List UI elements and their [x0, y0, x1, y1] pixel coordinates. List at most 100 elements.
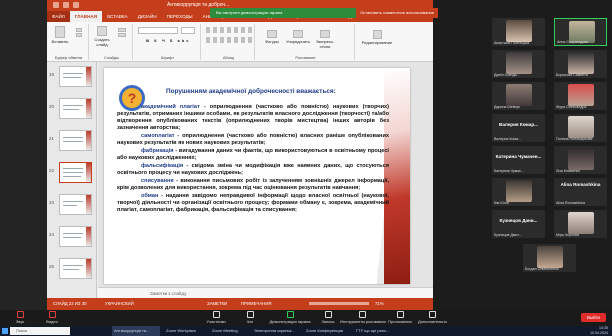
- slide-thumbnail[interactable]: [59, 130, 92, 151]
- participant-tile[interactable]: Кім Юлія: [492, 178, 545, 206]
- zoom-level[interactable]: 71%: [375, 298, 384, 310]
- font-name-box[interactable]: [138, 27, 178, 34]
- slide-thumbnail[interactable]: [59, 258, 92, 279]
- taskbar-item-zoom-workplace[interactable]: Zoom Workplace: [164, 326, 208, 336]
- status-bar: СЛАЙД 22 ИЗ 30 УКРАИНСКИЙ ЗАМЕТКИ ПРИМЕЧ…: [47, 298, 433, 310]
- participant-name: Кузнецов Дмит...: [494, 233, 522, 237]
- participant-tile[interactable]: Богдан Олійниченко: [523, 244, 576, 272]
- term-self-plagiarism: самоплагіат: [141, 132, 175, 139]
- notes-pane[interactable]: Заметки к слайду: [98, 287, 433, 298]
- powerpoint-window: Антикоррупція та доброч... ФАЙЛ ГЛАВНАЯ …: [47, 0, 433, 310]
- apps-button[interactable]: Приложения: [386, 311, 414, 324]
- slide-thumbnail[interactable]: [59, 226, 92, 247]
- taskbar-item-zoom-conference[interactable]: Zoom Конференция: [304, 326, 352, 336]
- taskbar-item-powerpoint[interactable]: Антикоррупція та...: [112, 326, 160, 336]
- tab-file[interactable]: ФАЙЛ: [47, 11, 70, 22]
- undo-icon[interactable]: [63, 2, 69, 8]
- participant-tile[interactable]: Полина Пономарьова: [554, 114, 607, 142]
- audio-button[interactable]: Звук: [6, 311, 34, 324]
- tab-design[interactable]: ДИЗАЙН: [133, 11, 162, 22]
- participant-tile[interactable]: Борисова Саманта: [554, 50, 607, 78]
- participant-name: Анна Скороходова: [557, 40, 589, 44]
- copy-icon: [76, 33, 82, 37]
- slide-thumbnail[interactable]: [59, 194, 92, 215]
- shapes-label: Фигуры: [265, 39, 279, 44]
- audio-label: Звук: [15, 319, 25, 324]
- align-buttons[interactable]: [206, 37, 252, 43]
- participant-tile-active[interactable]: Анна Скороходова: [554, 18, 607, 46]
- slide-thumbnail-selected[interactable]: [59, 162, 92, 183]
- shapes-button[interactable]: Фигуры: [261, 30, 283, 44]
- participant-tile-name-only[interactable]: Alina Romashkina Alina Romashkina: [554, 178, 607, 206]
- participant-tile[interactable]: Міра Чернова: [554, 210, 607, 238]
- more-button[interactable]: Дополнительно: [418, 311, 447, 324]
- participant-tile[interactable]: Даніїл Шанда...: [492, 50, 545, 78]
- quick-access-toolbar[interactable]: [53, 2, 79, 8]
- font-format-buttons[interactable]: Ж К Ч S abc: [138, 38, 198, 44]
- video-button[interactable]: Видео: [38, 311, 66, 324]
- taskbar-item-email[interactable]: Электронна скриньк...: [252, 326, 302, 336]
- notes-toggle[interactable]: ЗАМЕТКИ: [207, 298, 227, 310]
- save-icon[interactable]: [53, 2, 59, 8]
- participant-tile[interactable]: Анастасія Пойтецька: [492, 18, 545, 46]
- taskbar-item-zoom-meeting[interactable]: Zoom Meeting: [210, 326, 250, 336]
- participant-name: Даніїл Шанда...: [494, 73, 520, 77]
- arrange-button[interactable]: Упорядочить: [285, 30, 311, 44]
- shapes-icon: [267, 30, 277, 38]
- participant-name: Борисова Саманта: [556, 73, 588, 77]
- language-indicator[interactable]: УКРАИНСКИЙ: [105, 298, 134, 310]
- editing-button[interactable]: Редактирование: [359, 30, 395, 45]
- paste-button[interactable]: Вставить: [51, 26, 69, 44]
- participant-tile-name-only[interactable]: Катерина Чумачен... Катерина Чумак...: [492, 146, 545, 174]
- participant-video: [568, 84, 594, 106]
- thumb-number: 23: [49, 200, 55, 205]
- participant-tile[interactable]: Жура Олександра: [554, 82, 607, 110]
- ribbon: Вставить Буфер обмена Создать слайд Слай…: [47, 22, 433, 62]
- taskbar-search[interactable]: Поиск: [10, 327, 70, 335]
- current-slide[interactable]: ? Порушенням академічної доброчесності в…: [104, 68, 410, 284]
- list-buttons[interactable]: [206, 27, 252, 33]
- thumb-number: 21: [49, 136, 55, 141]
- participant-video: [506, 20, 532, 42]
- paragraph-text: - надання завідомо неправдивої інформаці…: [117, 192, 389, 213]
- participant-tile-name-only[interactable]: Валерия Комар... Валерия Кома...: [492, 114, 545, 142]
- slide-title: Порушенням академічної доброчесності вва…: [166, 88, 336, 95]
- tab-home[interactable]: ГЛАВНАЯ: [69, 11, 103, 22]
- font-size-box[interactable]: [181, 27, 195, 34]
- screen-share-banner: Вы смотрите демонстрацию экрана Останови…: [210, 8, 438, 18]
- cut-copy-buttons[interactable]: [73, 28, 85, 38]
- share-screen-button[interactable]: Демонстрация экрана: [268, 311, 312, 324]
- stop-sharing-button[interactable]: Остановить совместное использование: [356, 8, 438, 18]
- quick-styles-button[interactable]: Экспресс-стили: [313, 30, 337, 49]
- participant-tile[interactable]: Дарина Шевчук: [492, 82, 545, 110]
- taskbar-item-browser[interactable]: ГТУ що ще реко...: [354, 326, 400, 336]
- chat-button[interactable]: Чат: [236, 311, 264, 324]
- tab-insert[interactable]: ВСТАВКА: [102, 11, 133, 22]
- slide-paragraph: фальсифікація - свідома зміна чи модифік…: [117, 163, 389, 177]
- term-cheating: списування: [141, 177, 174, 184]
- participant-tile-name-only[interactable]: Кузнецов Дани... Кузнецов Дмит...: [492, 210, 545, 238]
- windows-start-icon[interactable]: [2, 328, 8, 334]
- tab-transitions[interactable]: ПЕРЕХОДЫ: [162, 11, 198, 22]
- comments-toggle[interactable]: ПРИМЕЧАНИЯ: [241, 298, 272, 310]
- paste-icon: [55, 26, 65, 38]
- participant-tile[interactable]: Ліза Клименко: [554, 146, 607, 174]
- layout-buttons[interactable]: [115, 28, 129, 38]
- slide-editing-area: ? Порушенням академічної доброчесності в…: [98, 62, 433, 287]
- redo-icon[interactable]: [73, 2, 79, 8]
- whiteboard-button[interactable]: Инструменты рисования: [340, 311, 386, 324]
- quick-styles-label: Экспресс-стили: [315, 39, 335, 49]
- group-slides: Создать слайд Слайды: [91, 24, 133, 60]
- slide-thumbnail[interactable]: [59, 98, 92, 119]
- slide-thumbnail[interactable]: [59, 66, 92, 87]
- leave-meeting-button[interactable]: Выйти: [580, 313, 606, 322]
- find-icon: [372, 30, 382, 39]
- taskbar-clock[interactable]: 14:35 10.04.2024: [590, 326, 608, 336]
- group-paragraph-label: Абзац: [222, 55, 235, 60]
- record-button[interactable]: Запись: [314, 311, 342, 324]
- zoom-meeting-toolbar: Звук Видео Участники Чат Демонстрация эк…: [0, 310, 612, 326]
- slide-thumbnails-pane[interactable]: 19 20 21 22 23 24 25: [47, 62, 97, 299]
- zoom-slider[interactable]: [309, 302, 369, 305]
- participants-button[interactable]: Участники: [202, 311, 230, 324]
- new-slide-button[interactable]: Создать слайд: [93, 26, 111, 47]
